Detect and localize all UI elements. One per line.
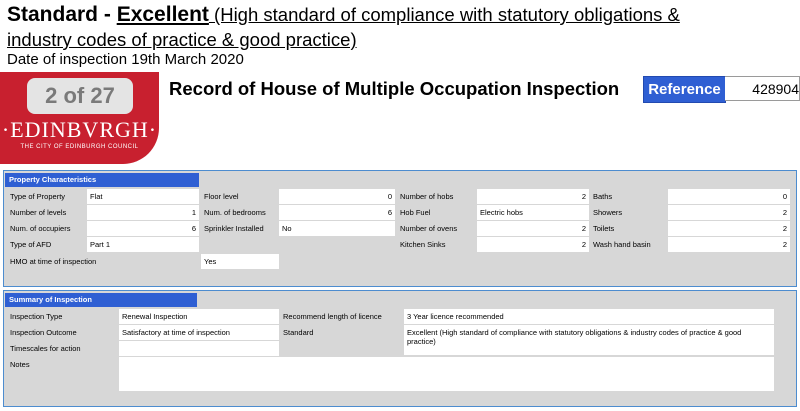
label-floor-level: Floor level <box>204 192 239 201</box>
value-notes <box>119 357 774 391</box>
value-hmo-at-time-of-inspection: Yes <box>201 254 279 269</box>
value-type-of-property: Flat <box>87 189 199 204</box>
rating-prefix: Standard - <box>7 3 117 26</box>
label-type-of-afd: Type of AFD <box>10 240 52 249</box>
value-type-of-afd: Part 1 <box>87 237 199 252</box>
label-type-of-property: Type of Property <box>10 192 66 201</box>
value-inspection-outcome: Satisfactory at time of inspection <box>119 325 279 340</box>
rating-description-1: (High standard of compliance with statut… <box>208 4 680 25</box>
label-num-of-bedrooms: Num. of bedrooms <box>204 208 266 217</box>
value-num-of-occupiers: 6 <box>87 221 199 236</box>
value-standard: Excellent (High standard of compliance w… <box>404 325 774 355</box>
label-recommend-length-of-licence: Recommend length of licence <box>283 312 382 321</box>
value-recommend-length-of-licence: 3 Year licence recommended <box>404 309 774 324</box>
label-kitchen-sinks: Kitchen Sinks <box>400 240 446 249</box>
label-number-of-levels: Number of levels <box>10 208 67 217</box>
label-timescales-for-action: Timescales for action <box>10 344 81 353</box>
value-kitchen-sinks: 2 <box>477 237 589 252</box>
value-floor-level: 0 <box>279 189 395 204</box>
document-title: Record of House of Multiple Occupation I… <box>169 78 620 99</box>
value-num-of-bedrooms: 6 <box>279 205 395 220</box>
summary-of-inspection-heading: Summary of Inspection <box>5 293 197 307</box>
rating-description-2: industry codes of practice & good practi… <box>7 29 357 50</box>
value-showers: 2 <box>668 205 790 220</box>
label-inspection-outcome: Inspection Outcome <box>10 328 77 337</box>
label-inspection-type: Inspection Type <box>10 312 63 321</box>
rating-heading: Standard - Excellent (High standard of c… <box>7 2 680 28</box>
label-num-of-occupiers: Num. of occupiers <box>10 224 71 233</box>
inspection-date: Date of inspection 19th March 2020 <box>7 51 244 68</box>
property-characteristics-heading: Property Characteristics <box>5 173 199 187</box>
value-toilets: 2 <box>668 221 790 236</box>
label-toilets: Toilets <box>593 224 615 233</box>
label-number-of-ovens: Number of ovens <box>400 224 458 233</box>
page-counter-badge: 2 of 27 <box>27 78 133 114</box>
label-hmo-at-time-of-inspection: HMO at time of inspection <box>10 257 97 266</box>
rating-value: Excellent <box>116 3 209 26</box>
reference-value: 428904 <box>725 76 800 101</box>
value-number-of-ovens: 2 <box>477 221 589 236</box>
value-number-of-hobs: 2 <box>477 189 589 204</box>
property-characteristics-panel: Property Characteristics Type of Propert… <box>3 170 797 287</box>
value-timescales-for-action <box>119 341 279 356</box>
label-number-of-hobs: Number of hobs <box>400 192 454 201</box>
label-wash-hand-basin: Wash hand basin <box>593 240 651 249</box>
value-number-of-levels: 1 <box>87 205 199 220</box>
reference-label: Reference <box>643 76 726 103</box>
logo-wordmark: ·EDINBVRGH· <box>1 117 158 142</box>
council-logo: 2 of 27 ·EDINBVRGH· THE CITY OF EDINBURG… <box>0 72 159 164</box>
label-hob-fuel: Hob Fuel <box>400 208 431 217</box>
value-baths: 0 <box>668 189 790 204</box>
label-sprinkler-installed: Sprinkler Installed <box>204 224 264 233</box>
label-standard: Standard <box>283 328 314 337</box>
logo-subtitle: THE CITY OF EDINBURGH COUNCIL <box>20 144 139 150</box>
summary-of-inspection-panel: Summary of Inspection Inspection Type Re… <box>3 290 797 407</box>
value-inspection-type: Renewal Inspection <box>119 309 279 324</box>
value-wash-hand-basin: 2 <box>668 237 790 252</box>
value-sprinkler-installed: No <box>279 221 395 236</box>
label-baths: Baths <box>593 192 613 201</box>
value-hob-fuel: Electric hobs <box>477 205 589 220</box>
label-notes: Notes <box>10 360 30 369</box>
label-showers: Showers <box>593 208 623 217</box>
